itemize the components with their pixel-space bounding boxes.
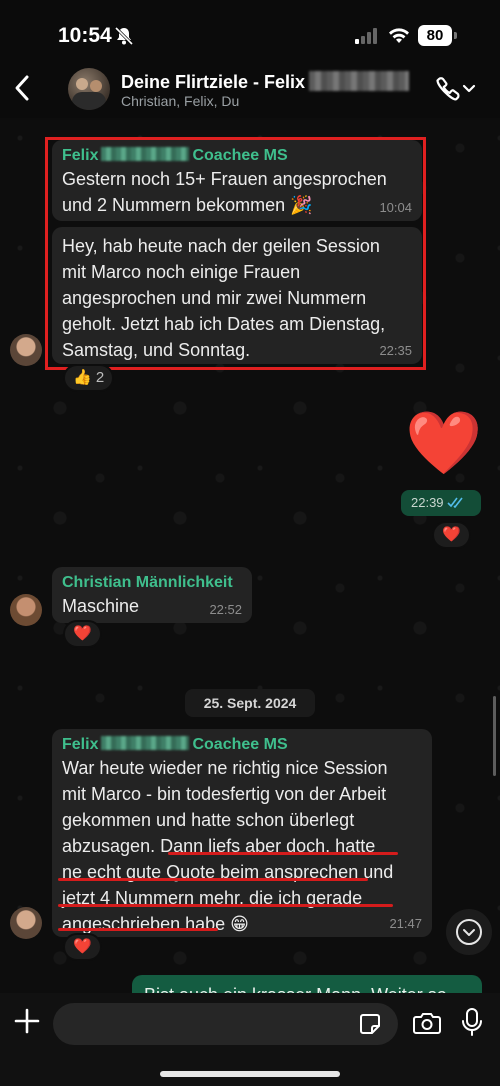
message-sender: Christian Männlichkeit (62, 574, 233, 591)
red-underline (58, 928, 218, 931)
phone-icon[interactable] (434, 76, 478, 102)
battery-tip (454, 32, 457, 39)
highlight-box (45, 137, 426, 370)
message-line: ne echt gute Quote beim ansprechen und (62, 862, 394, 882)
message-time: 22:52 (209, 602, 242, 617)
message-line: jetzt 4 Nummern mehr, die ich gerade (62, 888, 363, 908)
plus-icon[interactable] (14, 1008, 40, 1034)
message-line: mit Marco - bin todesfertig von der Arbe… (62, 784, 387, 804)
avatar[interactable] (10, 334, 42, 366)
message-line: abzusagen. Dann liefs aber doch, hatte (62, 836, 376, 856)
message-time: 21:47 (389, 916, 422, 931)
back-icon[interactable] (14, 74, 30, 102)
group-members[interactable]: Christian, Felix, Du (121, 93, 239, 109)
blurred-name (101, 736, 190, 750)
microphone-icon[interactable] (461, 1007, 483, 1037)
scroll-down-button[interactable] (446, 909, 492, 955)
message-time: 22:39 (401, 490, 481, 516)
red-underline (58, 878, 368, 881)
group-avatar[interactable] (68, 68, 110, 110)
chat-area[interactable]: Felix Coachee MS Gestern noch 15+ Frauen … (0, 118, 500, 1000)
red-underline (168, 852, 398, 855)
wifi-icon (389, 28, 409, 43)
message-line: War heute wieder ne richtig nice Session (62, 758, 388, 778)
reaction-badge[interactable]: ❤️ (63, 620, 102, 648)
home-indicator (160, 1071, 340, 1077)
signal-icon (355, 28, 377, 44)
camera-icon[interactable] (413, 1011, 441, 1035)
input-bar (0, 993, 500, 1086)
scroll-down-icon (456, 919, 482, 945)
status-time: 10:54 (58, 24, 112, 47)
avatar[interactable] (10, 907, 42, 939)
message-line: angeschrieben habe 😁 (62, 914, 249, 934)
date-separator: 25. Sept. 2024 (185, 689, 315, 717)
scrollbar[interactable] (493, 696, 496, 776)
message-input[interactable] (53, 1003, 398, 1045)
avatar[interactable] (10, 594, 42, 626)
reaction-badge[interactable]: ❤️ (63, 933, 102, 961)
heart-emoji-message[interactable]: ❤️ (405, 408, 482, 480)
sticker-icon[interactable] (358, 1012, 382, 1036)
message-line: gekommen und hatte schon überlegt (62, 810, 355, 830)
chevron-down-icon (462, 84, 476, 93)
blurred-name (309, 71, 410, 91)
chat-header: Deine Flirtziele - Felix Christian, Feli… (0, 62, 500, 118)
status-bar: 10:54 80 (0, 0, 500, 62)
double-check-icon (447, 497, 463, 509)
bell-slash-icon (114, 27, 134, 45)
battery-indicator: 80 (418, 25, 452, 46)
message-sender: Felix Coachee MS (62, 736, 288, 753)
reaction-badge[interactable]: 👍 2 (63, 364, 115, 392)
red-underline (58, 904, 393, 907)
reaction-badge[interactable]: ❤️ (432, 521, 471, 549)
message-bubble[interactable]: Christian Männlichkeit Maschine 22:52 (52, 567, 252, 623)
group-title[interactable]: Deine Flirtziele - Felix (121, 71, 410, 93)
